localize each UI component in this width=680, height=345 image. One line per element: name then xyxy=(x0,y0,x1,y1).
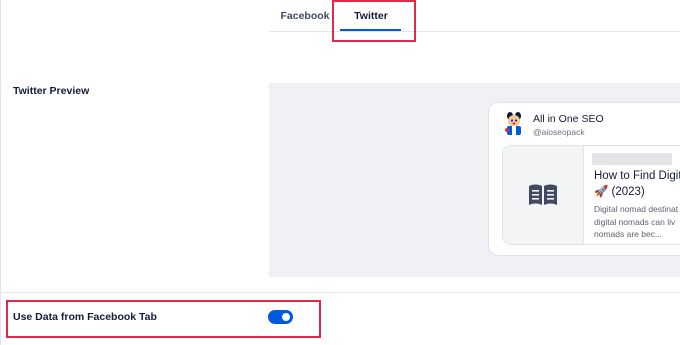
twitter-preview-card: All in One SEO @aioseopack How to Find D… xyxy=(488,102,680,256)
twitter-preview-label: Twitter Preview xyxy=(13,85,90,97)
twitter-link-card: How to Find Digita 🚀 (2023) Digital noma… xyxy=(502,145,680,245)
social-tabs: Facebook Twitter xyxy=(269,0,680,32)
twitter-card-thumbnail xyxy=(503,146,584,244)
book-open-icon xyxy=(529,184,557,205)
section-divider xyxy=(1,292,680,293)
twitter-account-name: All in One SEO xyxy=(533,113,604,125)
aioseo-mascot-icon xyxy=(505,112,521,135)
twitter-card-title: How to Find Digita 🚀 (2023) xyxy=(594,170,680,198)
toggle-highlight-box xyxy=(6,300,321,338)
twitter-card-description: Digital nomad destinat digital nomads ca… xyxy=(594,204,679,239)
twitter-card-domain-placeholder xyxy=(592,153,672,165)
twitter-account-handle: @aioseopack xyxy=(533,127,585,137)
social-settings-panel: Facebook Twitter Twitter Preview All in … xyxy=(0,0,680,345)
twitter-tab-highlight-box xyxy=(332,0,416,42)
tab-facebook[interactable]: Facebook xyxy=(279,0,331,32)
